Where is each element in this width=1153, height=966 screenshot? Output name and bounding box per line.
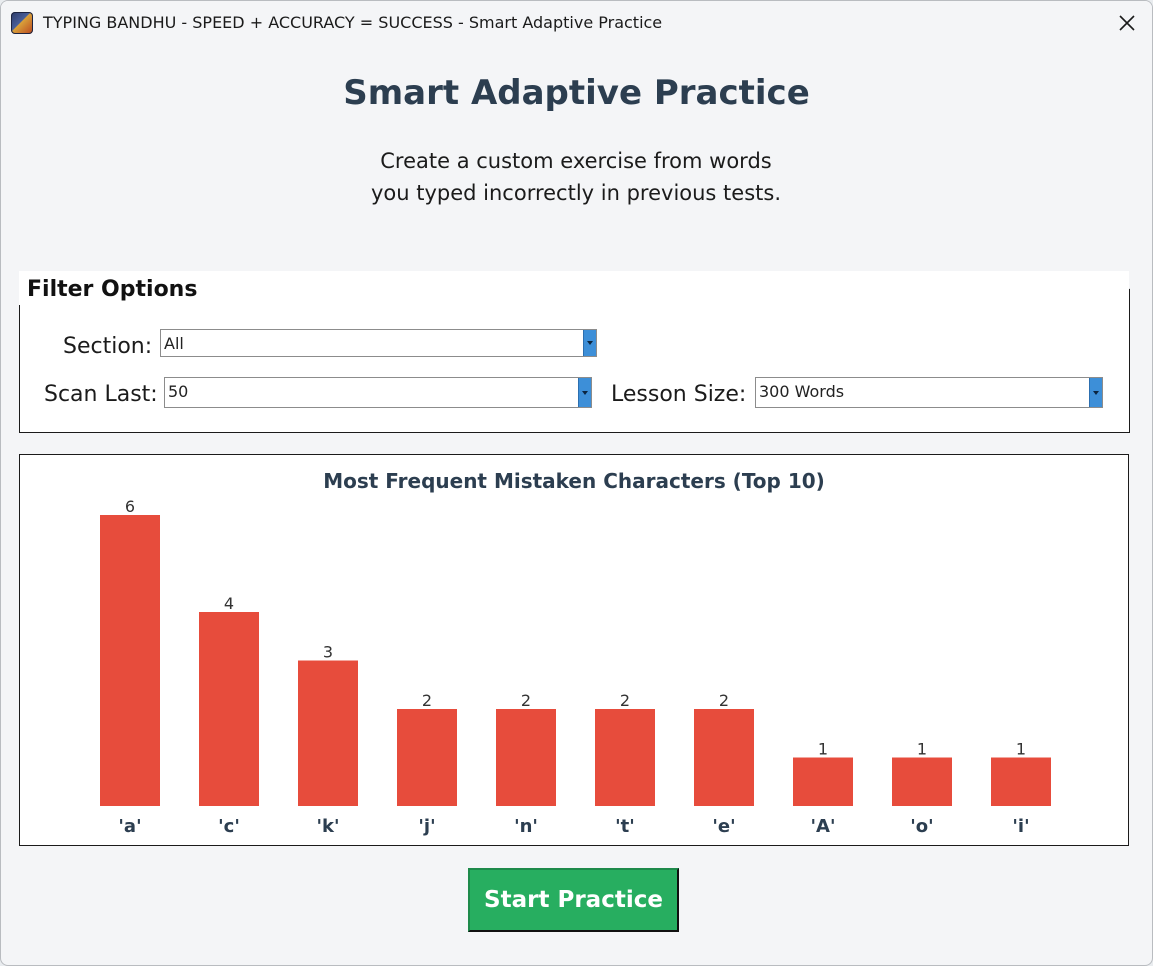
chart-bar (991, 757, 1051, 806)
lesson-size-dropdown[interactable]: 300 Words (755, 377, 1103, 408)
bar-value-label: 2 (521, 691, 531, 710)
section-dropdown[interactable]: All (160, 329, 597, 357)
page-subtitle: Create a custom exercise from words you … (370, 149, 781, 205)
chart-bar (100, 515, 160, 806)
mistakes-chart-panel: Most Frequent Mistaken Characters (Top 1… (19, 454, 1129, 846)
chart-bar (298, 660, 358, 806)
bar-value-label: 4 (224, 594, 234, 613)
scan-last-dropdown[interactable]: 50 (164, 377, 592, 408)
bar-category-label: 'A' (811, 816, 836, 837)
bar-value-label: 2 (620, 691, 630, 710)
chevron-down-icon[interactable] (1089, 378, 1102, 407)
bar-category-label: 'i' (1012, 816, 1029, 837)
bar-category-label: 'a' (118, 816, 141, 837)
lesson-size-dropdown-value: 300 Words (759, 382, 845, 401)
mistakes-bar-chart: 6 'a' 4 'c' 3 'k' 2 'j' 2 'n' 2 't' 2 'e' 1 'A' 1 'o' 1 'i' (100, 497, 1051, 837)
section-label: Section: (63, 334, 153, 359)
start-practice-button[interactable]: Start Practice (468, 868, 679, 932)
bar-category-label: 'j' (418, 816, 435, 837)
chevron-down-icon[interactable] (578, 378, 591, 407)
chart-bar (595, 709, 655, 806)
app-window: TYPING BANDHU - SPEED + ACCURACY = SUCCE… (0, 0, 1153, 966)
scan-last-dropdown-value: 50 (168, 382, 189, 401)
bar-category-label: 'k' (317, 816, 340, 837)
bar-value-label: 6 (125, 497, 135, 516)
chart-bar (892, 757, 952, 806)
chart-bar (199, 612, 259, 806)
window-title: TYPING BANDHU - SPEED + ACCURACY = SUCCE… (43, 13, 663, 32)
app-icon (11, 12, 33, 34)
filter-options-panel (19, 288, 1130, 433)
page-title: Smart Adaptive Practice (343, 73, 810, 113)
section-dropdown-value: All (164, 334, 184, 353)
chart-bar (694, 709, 754, 806)
filter-options-legend: Filter Options (19, 271, 1129, 305)
title-bar: TYPING BANDHU - SPEED + ACCURACY = SUCCE… (1, 1, 1152, 45)
chart-bar (793, 757, 853, 806)
bar-value-label: 2 (422, 691, 432, 710)
bar-value-label: 1 (917, 740, 927, 759)
bar-value-label: 1 (1016, 740, 1026, 759)
chart-bar (397, 709, 457, 806)
bar-category-label: 'e' (712, 816, 735, 837)
bar-category-label: 't' (615, 816, 635, 837)
close-button[interactable] (1108, 5, 1146, 41)
bar-value-label: 1 (818, 740, 828, 759)
lesson-size-label: Lesson Size: (611, 382, 747, 407)
scan-last-label: Scan Last: (44, 382, 158, 407)
bar-value-label: 2 (719, 691, 729, 710)
bar-category-label: 'o' (910, 816, 933, 837)
bar-category-label: 'c' (218, 816, 240, 837)
chevron-down-icon[interactable] (583, 330, 596, 356)
bar-category-label: 'n' (514, 816, 538, 837)
bar-value-label: 3 (323, 643, 333, 662)
close-icon (1119, 15, 1135, 31)
chart-bar (496, 709, 556, 806)
